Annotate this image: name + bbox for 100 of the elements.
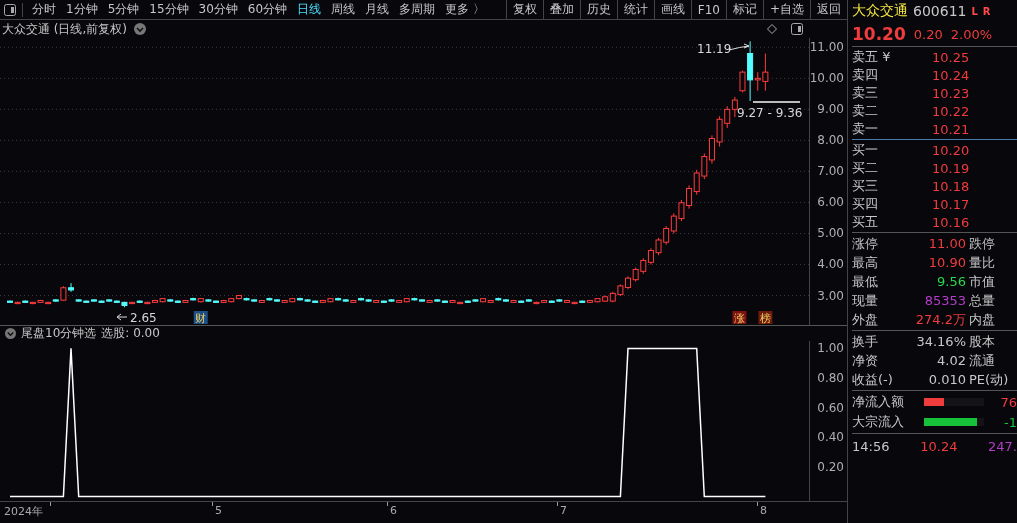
event-tag[interactable]: 财 — [193, 311, 208, 325]
order-level-label: 卖四 — [852, 66, 879, 84]
order-price: 10.16 — [932, 214, 970, 230]
order-level-label: 卖一 — [852, 120, 879, 138]
date-label: 6 — [390, 504, 397, 517]
last-price: 10.20 — [852, 24, 906, 44]
axis-label: 7.00 — [817, 164, 844, 179]
stat-label: 换手 — [852, 332, 879, 351]
stat-label: 涨停 — [852, 234, 879, 253]
trade-time: 14:56 — [852, 438, 890, 454]
toolbar-button[interactable]: F10 — [690, 0, 726, 19]
stock-name: 大众交通 — [852, 2, 908, 20]
order-price: 10.20 — [932, 142, 970, 158]
stat-label: 市值 — [969, 272, 995, 291]
axis-label: 0.60 — [817, 400, 844, 415]
axis-label: 11.00 — [809, 40, 844, 55]
chart-title: 大众交通 (日线,前复权) — [2, 20, 127, 38]
stat-label: 收益(-) — [852, 370, 894, 389]
period-tab[interactable]: 更多 〉 — [445, 1, 485, 18]
toolbar-button[interactable]: 画线 — [653, 0, 691, 19]
dropdown-icon[interactable] — [134, 23, 146, 35]
order-price: 10.23 — [932, 85, 970, 101]
period-tab[interactable]: 15分钟 — [149, 1, 189, 18]
stat-value: 34.16% — [915, 334, 966, 349]
flow-label: 净流入额 — [852, 393, 905, 411]
dropdown-icon[interactable] — [5, 328, 16, 339]
period-tab[interactable]: 1分钟 — [66, 1, 98, 18]
period-tab[interactable]: 5分钟 — [107, 1, 140, 18]
order-level-label: 卖五 ¥ — [852, 48, 892, 66]
price-change: 0.20 — [913, 26, 943, 42]
flow-label: 大宗流入 — [852, 413, 905, 431]
low-price-label: 2.65 — [130, 311, 157, 325]
stat-label: 外盘 — [852, 310, 879, 329]
period-tab[interactable]: 30分钟 — [198, 1, 238, 18]
stat-label: 流通 — [969, 351, 995, 370]
panel-toggle-icon[interactable] — [791, 23, 803, 35]
stat-label: 内盘 — [969, 310, 995, 329]
stat-value: 11.00 — [927, 236, 966, 251]
order-price: 10.25 — [932, 49, 970, 65]
order-price: 10.17 — [932, 196, 970, 212]
event-tag[interactable]: 涨 — [732, 311, 747, 325]
order-level-label: 买二 — [852, 159, 879, 177]
order-price: 10.18 — [932, 178, 970, 194]
axis-label: 5.00 — [817, 226, 844, 241]
date-label: 8 — [760, 504, 767, 517]
flow-value: -1 — [1003, 414, 1017, 430]
order-level-label: 买一 — [852, 141, 879, 159]
trade-price: 10.24 — [919, 438, 958, 454]
axis-label: 1.00 — [817, 341, 844, 356]
date-label: 2024年 — [4, 504, 43, 519]
order-level-label: 卖二 — [852, 102, 879, 120]
axis-label: 0.80 — [817, 371, 844, 386]
stat-value: 274.2万 — [914, 310, 966, 329]
stat-label: 最低 — [852, 272, 879, 291]
period-tab[interactable]: 周线 — [331, 1, 356, 18]
flag-label: L — [971, 5, 978, 17]
toolbar-button[interactable]: 叠加 — [542, 0, 580, 19]
axis-label: 6.00 — [817, 195, 844, 210]
stat-value: 10.90 — [927, 255, 966, 270]
stat-value: 0.010 — [927, 372, 966, 387]
stat-value: 9.56 — [936, 274, 966, 289]
period-tab[interactable]: 60分钟 — [247, 1, 288, 18]
order-price: 10.21 — [932, 121, 970, 137]
order-price: 10.22 — [932, 103, 970, 119]
toolbar-button[interactable]: +自选 — [762, 0, 810, 19]
stat-label: PE(动) — [969, 370, 1009, 389]
diamond-icon[interactable] — [767, 24, 777, 34]
period-tab[interactable]: 多周期 — [399, 1, 436, 18]
stat-label: 股本 — [969, 332, 995, 351]
axis-label: 0.40 — [817, 430, 844, 445]
indicator-reading: 选股: 0.00 — [101, 325, 160, 342]
order-level-label: 卖三 — [852, 84, 879, 102]
toolbar-button[interactable]: 历史 — [579, 0, 617, 19]
order-level-label: 买五 — [852, 213, 879, 231]
period-tab[interactable]: 分时 — [32, 1, 56, 18]
panel-toggle-icon[interactable] — [4, 3, 16, 16]
indicator-title: 尾盘10分钟选 — [21, 325, 97, 342]
stat-value: 4.02 — [936, 353, 966, 368]
event-tag[interactable]: 榜 — [758, 311, 773, 325]
date-label: 7 — [560, 504, 567, 517]
axis-label: 8.00 — [817, 133, 844, 148]
axis-label: 3.00 — [817, 288, 844, 303]
order-level-label: 买三 — [852, 177, 879, 195]
period-tab[interactable]: 日线 — [297, 1, 322, 18]
stat-label: 净资 — [852, 351, 879, 370]
toolbar-button[interactable]: 复权 — [505, 0, 543, 19]
stat-value: 85353 — [923, 293, 966, 308]
stat-label: 跌停 — [969, 234, 995, 253]
stat-label: 现量 — [852, 291, 879, 310]
axis-label: 10.00 — [809, 71, 844, 86]
range-label: 9.27 - 9.36 — [737, 106, 803, 120]
period-tab[interactable]: 月线 — [365, 1, 390, 18]
flow-value: 76 — [999, 394, 1017, 410]
stat-label: 最高 — [852, 253, 879, 272]
toolbar-button[interactable]: 返回 — [810, 0, 847, 19]
toolbar-button[interactable]: 统计 — [616, 0, 654, 19]
axis-label: 4.00 — [817, 257, 844, 272]
axis-label: 0.20 — [817, 459, 844, 474]
toolbar-button[interactable]: 标记 — [725, 0, 763, 19]
stat-label: 总量 — [969, 291, 995, 310]
